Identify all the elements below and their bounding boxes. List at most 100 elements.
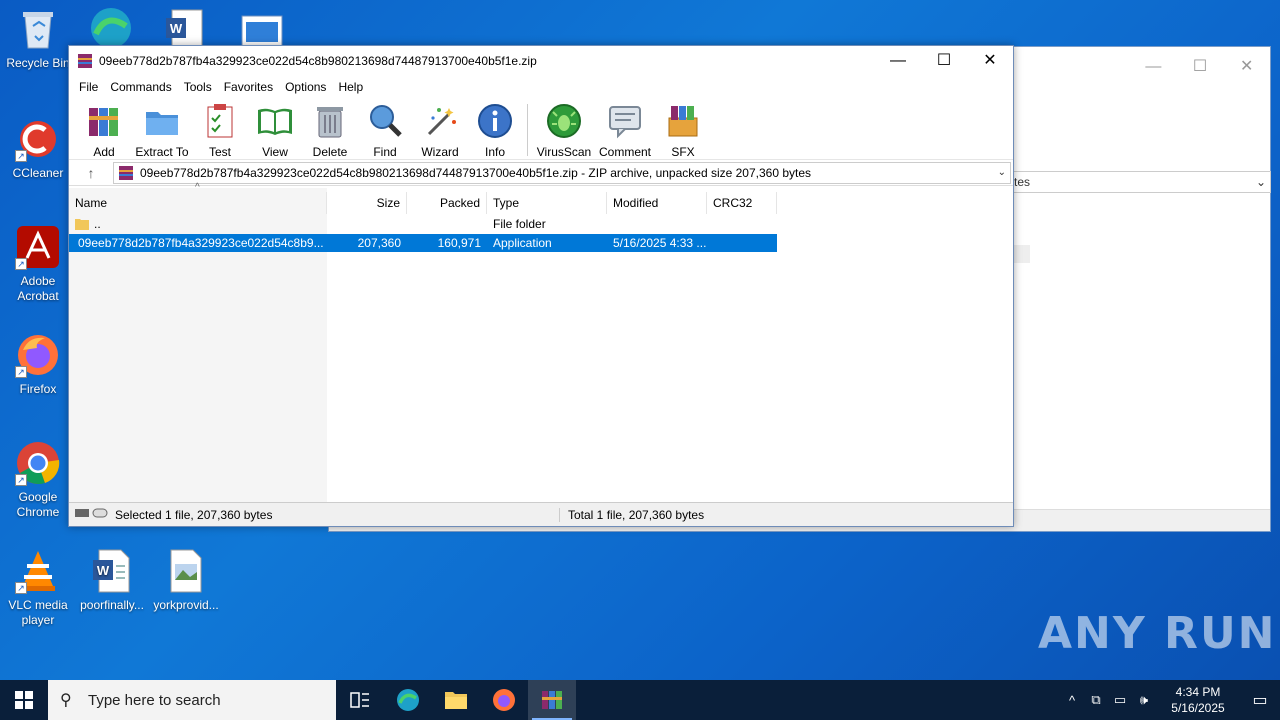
toolbar-separator xyxy=(527,104,528,156)
chevron-down-icon[interactable]: ⌄ xyxy=(998,167,1006,178)
add-button[interactable]: Add xyxy=(77,102,131,159)
info-button[interactable]: Info xyxy=(468,102,522,159)
network-device-icon[interactable]: ⧉ xyxy=(1084,692,1108,708)
minimize-icon[interactable]: — xyxy=(1130,47,1177,87)
books-add-icon xyxy=(89,108,118,136)
column-name[interactable]: Name xyxy=(69,192,327,214)
winrar-archive-icon xyxy=(119,165,133,180)
system-tray: ^ ⧉ ▭ 🕪 4:34 PM 5/16/2025 ▭ xyxy=(1060,680,1280,720)
virus-scan-icon xyxy=(547,104,581,138)
taskbar-firefox[interactable] xyxy=(480,680,528,720)
book-view-icon xyxy=(258,108,292,135)
magic-wand-icon xyxy=(427,108,456,136)
window-title: 09eeb778d2b787fb4a329923ce022d54c8b98021… xyxy=(99,54,537,68)
desktop-icon-image-file[interactable]: yorkprovid... xyxy=(148,548,224,613)
chevron-down-icon: ⌄ xyxy=(1255,175,1266,189)
network-icon[interactable]: ▭ xyxy=(1108,692,1132,708)
sfx-box-icon xyxy=(668,106,698,137)
desktop-icon-word-doc[interactable]: W poorfinally... xyxy=(74,548,150,613)
close-icon[interactable]: ✕ xyxy=(1223,47,1270,87)
comment-button[interactable]: Comment xyxy=(595,102,655,159)
view-button[interactable]: View xyxy=(248,102,302,159)
maximize-icon[interactable]: ☐ xyxy=(921,46,967,76)
clock-time: 4:34 PM xyxy=(1175,685,1221,699)
clipboard-check-icon xyxy=(207,104,233,138)
desktop-icon-recycle-bin[interactable]: Recycle Bin xyxy=(0,6,76,71)
table-row[interactable]: .. File folder xyxy=(69,215,777,233)
close-icon[interactable]: ✕ xyxy=(967,46,1013,76)
menubar: File Commands Tools Favorites Options He… xyxy=(69,76,1013,98)
clock[interactable]: 4:34 PM 5/16/2025 xyxy=(1156,684,1240,716)
menu-file[interactable]: File xyxy=(73,80,104,94)
word-document-icon: W xyxy=(89,548,135,594)
desktop-icon-google-chrome[interactable]: ↗ Google Chrome xyxy=(0,440,76,520)
image-file-icon xyxy=(163,548,209,594)
background-address-field[interactable]: tes ⌄ xyxy=(1009,171,1271,193)
notification-icon[interactable]: ▭ xyxy=(1240,690,1280,710)
test-button[interactable]: Test xyxy=(193,102,247,159)
winrar-titlebar[interactable]: 09eeb778d2b787fb4a329923ce022d54c8b98021… xyxy=(69,46,1013,76)
acrobat-icon: ↗ xyxy=(15,224,61,270)
desktop-icon-vlc[interactable]: ↗ VLC media player xyxy=(0,548,76,628)
maximize-icon[interactable]: ☐ xyxy=(1177,47,1224,87)
menu-options[interactable]: Options xyxy=(279,80,332,94)
column-headers: Name Size Packed Type Modified CRC32 xyxy=(69,192,777,214)
recycle-bin-icon xyxy=(15,6,61,52)
edge-icon xyxy=(397,689,419,711)
taskbar-winrar[interactable] xyxy=(528,680,576,720)
up-arrow-icon[interactable]: ↑ xyxy=(69,165,113,181)
sfx-button[interactable]: SFX xyxy=(656,102,710,159)
firefox-icon xyxy=(493,689,515,711)
file-list[interactable]: ^ Name Size Packed Type Modified CRC32 .… xyxy=(69,182,1013,502)
svg-text:W: W xyxy=(97,563,110,578)
column-packed[interactable]: Packed xyxy=(407,192,487,214)
folder-icon xyxy=(75,219,89,230)
taskbar-search[interactable]: ⚲ Type here to search xyxy=(48,680,336,720)
wizard-button[interactable]: Wizard xyxy=(413,102,467,159)
delete-button[interactable]: Delete xyxy=(303,102,357,159)
edge-desktop-icon[interactable] xyxy=(86,4,136,48)
menu-tools[interactable]: Tools xyxy=(178,80,218,94)
status-bar: Selected 1 file, 207,360 bytes Total 1 f… xyxy=(69,502,1013,526)
winrar-icon xyxy=(542,691,562,709)
volume-icon[interactable]: 🕪 xyxy=(1132,692,1156,708)
menu-help[interactable]: Help xyxy=(332,80,369,94)
table-row-selected[interactable]: 09eeb778d2b787fb4a329923ce022d54c8b9... … xyxy=(69,234,777,252)
minimize-icon[interactable]: — xyxy=(875,46,921,76)
column-type[interactable]: Type xyxy=(487,192,607,214)
word-desktop-icon[interactable]: W xyxy=(162,8,206,47)
extract-to-button[interactable]: Extract To xyxy=(132,102,192,159)
windows-logo-icon xyxy=(15,691,33,709)
column-modified[interactable]: Modified xyxy=(607,192,707,214)
start-button[interactable] xyxy=(0,680,48,720)
magnifier-icon xyxy=(370,105,402,137)
vlc-icon: ↗ xyxy=(15,548,61,594)
find-button[interactable]: Find xyxy=(358,102,412,159)
folder-extract-icon xyxy=(146,112,178,135)
desktop-icon-ccleaner[interactable]: ↗ CCleaner xyxy=(0,116,76,181)
toolbar: Add Extract To Test View Delete Find Wiz… xyxy=(69,98,1013,160)
archive-path-field[interactable]: 09eeb778d2b787fb4a329923ce022d54c8b98021… xyxy=(113,161,1011,184)
taskbar-file-explorer[interactable] xyxy=(432,680,480,720)
trash-icon xyxy=(317,107,343,138)
ccleaner-icon: ↗ xyxy=(15,116,61,162)
desktop-icon-firefox[interactable]: ↗ Firefox xyxy=(0,332,76,397)
clock-date: 5/16/2025 xyxy=(1171,701,1225,715)
chrome-icon: ↗ xyxy=(15,440,61,486)
anyrun-watermark: ANY RUN xyxy=(1038,608,1277,659)
path-bar: ↑ 09eeb778d2b787fb4a329923ce022d54c8b980… xyxy=(69,160,1013,186)
virusscan-button[interactable]: VirusScan xyxy=(534,102,594,159)
menu-favorites[interactable]: Favorites xyxy=(218,80,279,94)
task-view-button[interactable] xyxy=(336,680,384,720)
firefox-icon: ↗ xyxy=(15,332,61,378)
window-file-desktop-icon[interactable] xyxy=(240,12,284,47)
menu-commands[interactable]: Commands xyxy=(104,80,177,94)
info-icon xyxy=(478,104,512,138)
comment-icon xyxy=(609,106,641,139)
taskbar-edge[interactable] xyxy=(384,680,432,720)
winrar-window[interactable]: 09eeb778d2b787fb4a329923ce022d54c8b98021… xyxy=(68,45,1014,527)
column-crc32[interactable]: CRC32 xyxy=(707,192,777,214)
desktop-icon-adobe-acrobat[interactable]: ↗ Adobe Acrobat xyxy=(0,224,76,304)
column-size[interactable]: Size xyxy=(327,192,407,214)
chevron-up-icon[interactable]: ^ xyxy=(1060,693,1084,708)
